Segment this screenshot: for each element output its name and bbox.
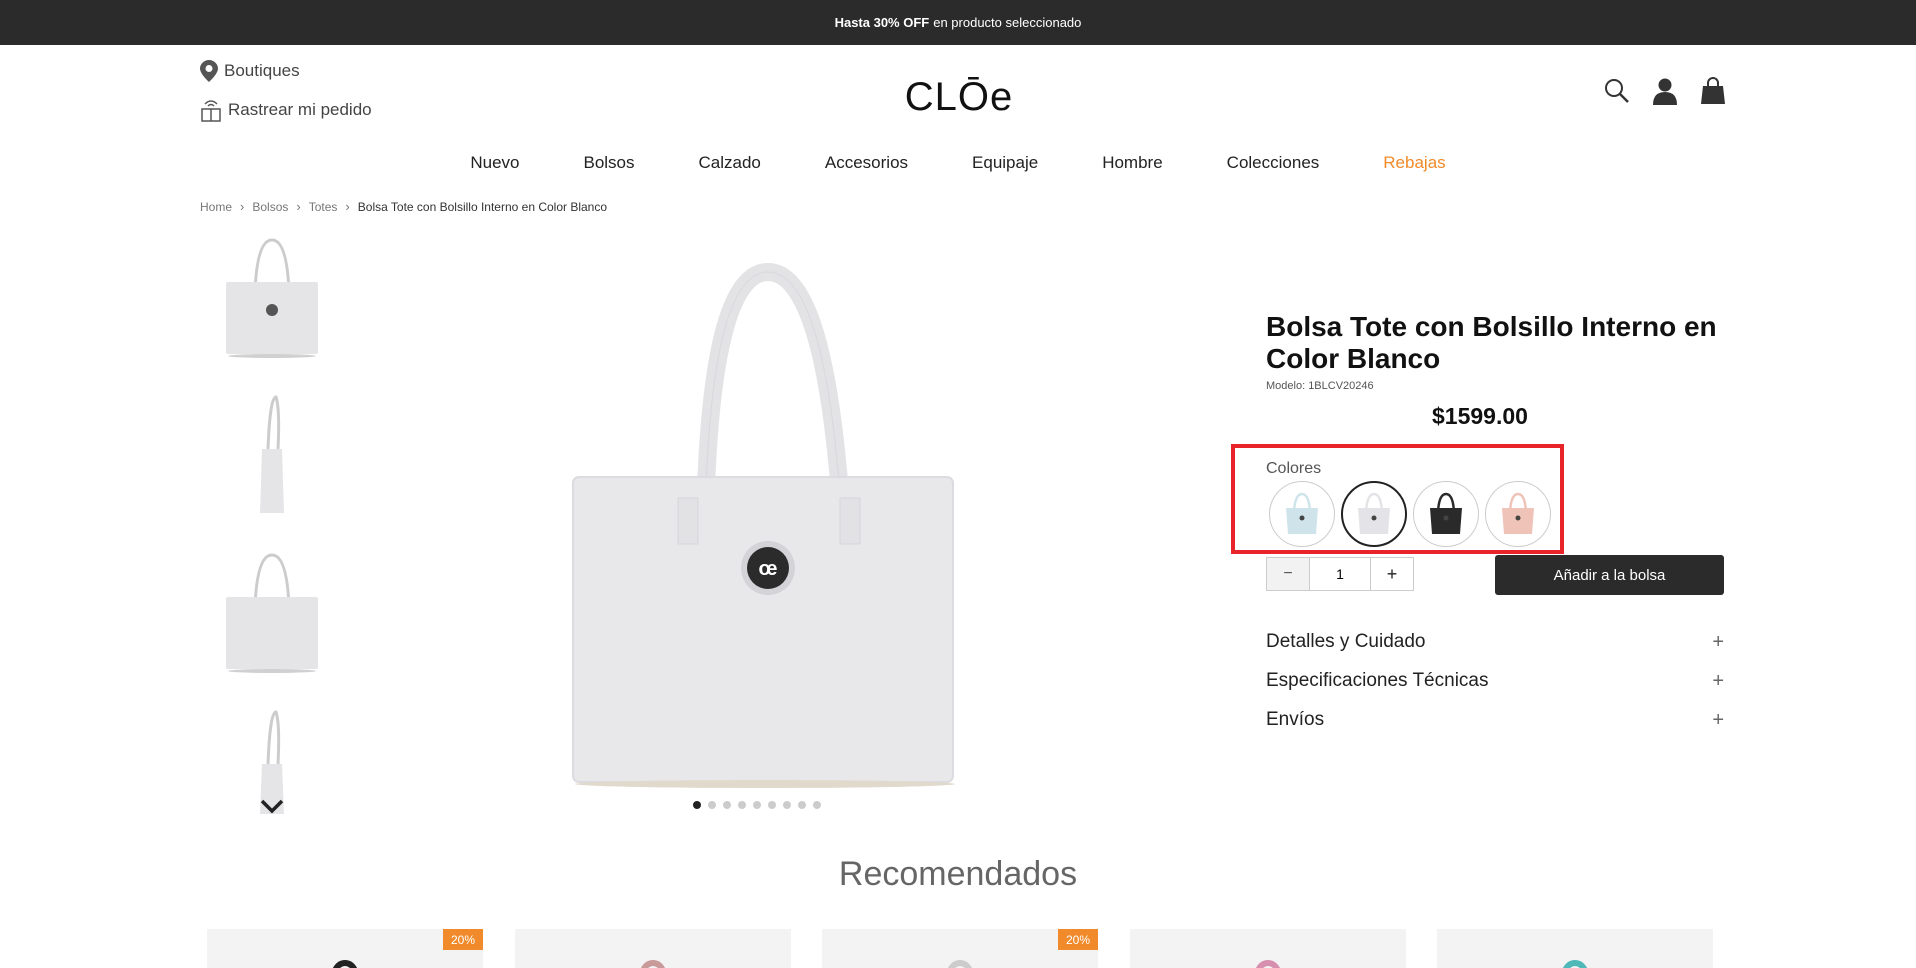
logo-text: CLŌe	[905, 75, 1014, 117]
product-thumbnail	[948, 959, 972, 968]
product-thumbnail	[1563, 959, 1587, 968]
bag-icon	[1286, 492, 1318, 534]
shopping-bag-icon[interactable]	[1700, 77, 1726, 105]
color-swatch-white[interactable]	[1341, 481, 1407, 547]
thumbnail-side[interactable]	[220, 389, 324, 529]
product-thumbnail	[1256, 959, 1280, 968]
quantity-stepper: − +	[1266, 557, 1414, 591]
image-carousel-dots	[693, 801, 821, 809]
promo-bar: Hasta 30% OFF en producto seleccionado	[0, 0, 1916, 45]
nav-item-nuevo[interactable]: Nuevo	[470, 153, 519, 173]
thumbnail-side-2[interactable]	[220, 704, 324, 844]
product-model: Modelo: 1BLCV20246	[1266, 380, 1374, 392]
carousel-dot[interactable]	[783, 801, 791, 809]
nav-item-bolsos[interactable]: Bolsos	[583, 153, 634, 173]
bag-icon	[1430, 492, 1462, 534]
quantity-input[interactable]	[1309, 558, 1371, 590]
chevron-down-icon[interactable]	[258, 796, 286, 816]
chevron-right-icon: ›	[240, 199, 245, 214]
bag-icon	[1358, 492, 1390, 534]
header-icons	[1604, 77, 1726, 105]
decrease-quantity-button[interactable]: −	[1267, 558, 1309, 590]
main-nav: Nuevo Bolsos Calzado Accesorios Equipaje…	[0, 153, 1916, 173]
breadcrumb-bolsos[interactable]: Bolsos	[252, 200, 288, 214]
main-product-image[interactable]: œ	[560, 262, 970, 792]
breadcrumb: Home › Bolsos › Totes › Bolsa Tote con B…	[200, 199, 607, 214]
carousel-dot[interactable]	[738, 801, 746, 809]
carousel-dot[interactable]	[723, 801, 731, 809]
nav-item-calzado[interactable]: Calzado	[699, 153, 761, 173]
breadcrumb-totes[interactable]: Totes	[309, 200, 338, 214]
chevron-right-icon: ›	[296, 199, 301, 214]
color-swatch-black[interactable]	[1413, 481, 1479, 547]
promo-text: en producto seleccionado	[933, 15, 1082, 30]
discount-badge: 20%	[443, 929, 483, 950]
increase-quantity-button[interactable]: +	[1371, 558, 1413, 590]
product-title: Bolsa Tote con Bolsillo Interno en Color…	[1266, 311, 1717, 374]
recommended-product-card[interactable]	[515, 929, 791, 968]
location-pin-icon	[200, 60, 218, 82]
plus-icon: +	[1712, 669, 1724, 692]
accordion-label: Envíos	[1266, 709, 1325, 730]
breadcrumb-current: Bolsa Tote con Bolsillo Interno en Color…	[357, 199, 608, 214]
nav-item-colecciones[interactable]: Colecciones	[1227, 153, 1320, 173]
carousel-dot[interactable]	[708, 801, 716, 809]
search-icon[interactable]	[1604, 77, 1630, 105]
product-thumbnail	[333, 959, 357, 968]
accordion-shipping[interactable]: Envíos +	[1266, 706, 1724, 734]
package-tracking-icon	[201, 100, 221, 122]
discount-badge: 20%	[1058, 929, 1098, 950]
nav-item-accesorios[interactable]: Accesorios	[825, 153, 908, 173]
recommended-product-card[interactable]: 20%	[207, 929, 483, 968]
chevron-right-icon: ›	[345, 199, 350, 214]
color-swatch-pink[interactable]	[1485, 481, 1551, 547]
colors-label: Colores	[1266, 460, 1322, 477]
accordion-details-care[interactable]: Detalles y Cuidado +	[1266, 628, 1724, 656]
plus-icon: +	[1712, 630, 1724, 653]
add-to-bag-button[interactable]: Añadir a la bolsa	[1495, 555, 1724, 595]
track-order-label: Rastrear mi pedido	[228, 100, 372, 119]
recommended-product-card[interactable]: 20%	[822, 929, 1098, 968]
color-swatches	[1269, 481, 1551, 547]
recommended-product-card[interactable]	[1437, 929, 1713, 968]
boutiques-label: Boutiques	[224, 61, 300, 80]
nav-item-hombre[interactable]: Hombre	[1102, 153, 1162, 173]
accordion-technical-specs[interactable]: Especificaciones Técnicas +	[1266, 667, 1724, 695]
promo-bold-text: Hasta 30% OFF	[834, 15, 930, 30]
nav-item-equipaje[interactable]: Equipaje	[972, 153, 1038, 173]
recommended-product-card[interactable]	[1130, 929, 1406, 968]
recommended-title: Recomendados	[838, 855, 1078, 893]
svg-text:œ: œ	[759, 558, 778, 580]
user-icon[interactable]	[1652, 77, 1678, 105]
accordion-label: Detalles y Cuidado	[1266, 631, 1426, 652]
thumbnail-front[interactable]	[220, 232, 324, 372]
carousel-dot[interactable]	[798, 801, 806, 809]
plus-icon: +	[1712, 708, 1724, 731]
thumbnail-back[interactable]	[220, 547, 324, 687]
breadcrumb-home[interactable]: Home	[200, 200, 232, 214]
product-thumbnail	[641, 959, 665, 968]
carousel-dot[interactable]	[813, 801, 821, 809]
bag-icon	[1502, 492, 1534, 534]
brand-logo[interactable]: CLŌe	[903, 75, 1015, 119]
carousel-dot[interactable]	[768, 801, 776, 809]
accordion-label: Especificaciones Técnicas	[1266, 670, 1489, 691]
product-price: $1599.00	[1432, 403, 1528, 429]
carousel-dot[interactable]	[693, 801, 701, 809]
boutiques-link[interactable]: Boutiques	[200, 60, 300, 82]
carousel-dot[interactable]	[753, 801, 761, 809]
track-order-link[interactable]: Rastrear mi pedido	[200, 98, 372, 122]
nav-item-rebajas[interactable]: Rebajas	[1383, 153, 1445, 173]
color-swatch-light-blue[interactable]	[1269, 481, 1335, 547]
